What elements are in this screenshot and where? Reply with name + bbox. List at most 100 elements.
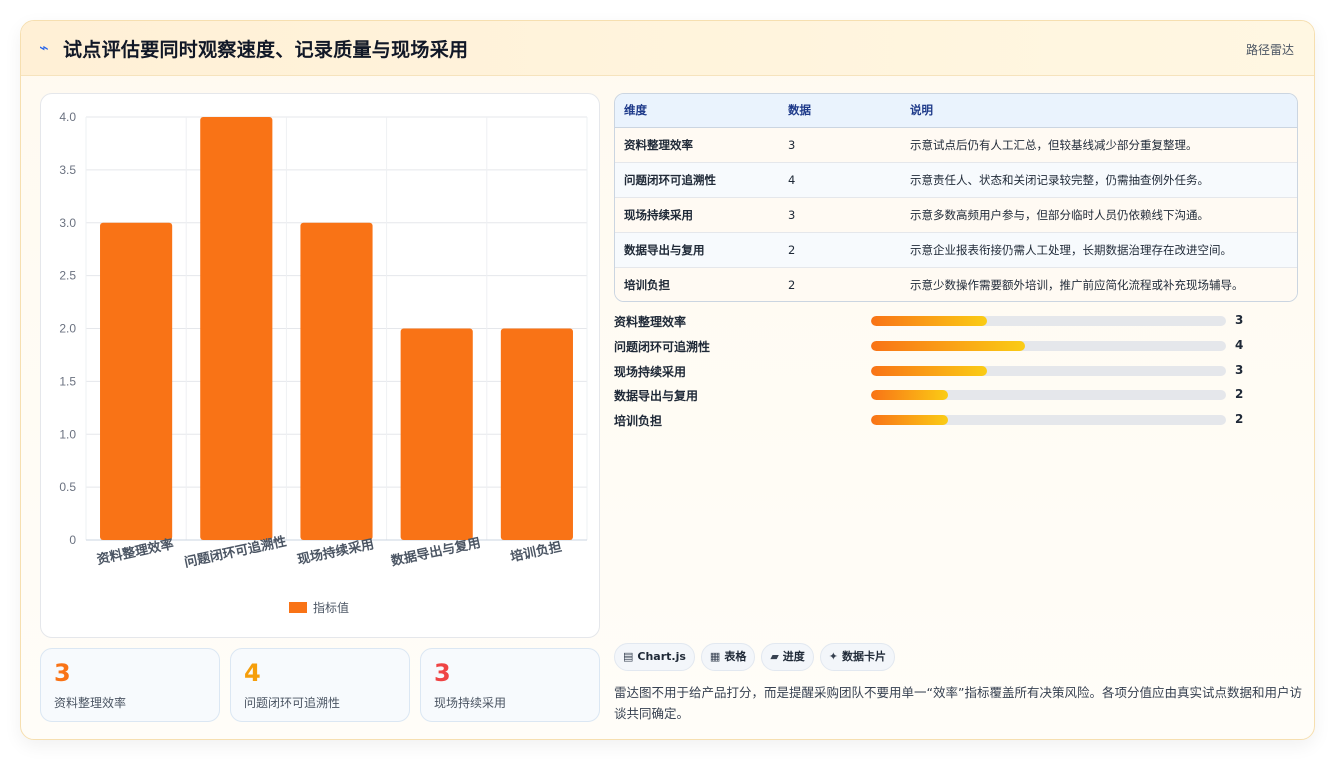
stat-value: 3 — [434, 659, 451, 687]
progress-row: 现场持续采用 3 — [614, 361, 1304, 386]
progress-row: 数据导出与复用 2 — [614, 385, 1304, 410]
progress-fill — [871, 340, 1026, 351]
stat-label: 现场持续采用 — [434, 696, 507, 710]
chip-label: 进度 — [782, 650, 805, 663]
progress-fill — [871, 365, 987, 376]
progress-value: 4 — [1235, 337, 1244, 352]
progress-label: 数据导出与复用 — [614, 389, 699, 404]
table-header-row: 维度 数据 说明 — [615, 94, 1297, 128]
progress-track — [871, 415, 1226, 426]
x-tick-label: 现场持续采用 — [296, 536, 376, 568]
table-row: 培训负担 2 示意少数操作需要额外培训，推广前应简化流程或补充现场辅导。 — [615, 267, 1297, 301]
chip-label: Chart.js — [637, 650, 686, 663]
cell-note: 示意企业报表衔接仍需人工处理，长期数据治理存在改进空间。 — [910, 242, 1232, 257]
main-card: ⌁ 试点评估要同时观察速度、记录质量与现场采用 路径雷达 0 0.5 1.0 1.5 2… — [20, 20, 1315, 740]
progress-row: 资料整理效率 3 — [614, 311, 1304, 336]
progress-fill — [871, 415, 949, 426]
stat-value: 3 — [54, 659, 71, 687]
stat-label: 资料整理效率 — [54, 696, 127, 710]
progress-icon: ▰ — [770, 650, 779, 663]
y-tick-label: 2.5 — [59, 269, 76, 283]
cell-note: 示意少数操作需要额外培训，推广前应简化流程或补充现场辅导。 — [910, 277, 1244, 292]
chip-label: 表格 — [724, 650, 747, 663]
progress-track — [871, 390, 1226, 401]
chip-table[interactable]: ▦ 表格 — [700, 643, 756, 671]
y-tick-label: 1.0 — [59, 427, 76, 441]
y-tick-label: 4.0 — [59, 110, 76, 124]
cell-dimension: 资料整理效率 — [624, 137, 693, 152]
data-table: 维度 数据 说明 资料整理效率 3 示意试点后仍有人工汇总，但较基线减少部分重复… — [614, 93, 1298, 302]
cell-note: 示意试点后仍有人工汇总，但较基线减少部分重复整理。 — [910, 137, 1198, 152]
x-tick-label: 培训负担 — [509, 539, 563, 565]
header-tag: 路径雷达 — [1245, 43, 1294, 57]
chart-bar — [100, 222, 173, 540]
page-title: 试点评估要同时观察速度、记录质量与现场采用 — [63, 39, 469, 61]
progress-label: 培训负担 — [614, 414, 663, 429]
chip-data-cards[interactable]: ✦ 数据卡片 — [819, 643, 896, 671]
cell-dimension: 数据导出与复用 — [624, 242, 705, 257]
legend-swatch — [289, 602, 307, 613]
cell-dimension: 问题闭环可追溯性 — [624, 172, 716, 187]
cell-dimension: 现场持续采用 — [624, 207, 693, 222]
tech-chips: ▤ Chart.js ▦ 表格 ▰ 进度 ✦ 数据卡片 — [614, 643, 901, 671]
stat-value: 4 — [244, 659, 261, 687]
y-tick-label: 0.5 — [59, 480, 76, 494]
progress-track — [871, 316, 1226, 326]
y-tick-label: 1.5 — [59, 374, 76, 388]
y-tick-label: 3.5 — [59, 163, 76, 177]
table-row: 现场持续采用 3 示意多数高频用户参与，但部分临时人员仍依赖线下沟通。 — [615, 197, 1297, 232]
column-header: 维度 — [615, 94, 779, 128]
stat-card: 3 现场持续采用 — [420, 648, 600, 722]
chip-chartjs[interactable]: ▤ Chart.js — [614, 643, 695, 671]
y-tick-label: 3.0 — [59, 216, 76, 230]
progress-label: 资料整理效率 — [614, 315, 687, 329]
column-header: 说明 — [901, 94, 1297, 128]
progress-track — [871, 340, 1226, 351]
cell-value: 2 — [788, 277, 796, 292]
table-icon: ▦ — [709, 650, 721, 663]
column-header: 数据 — [779, 94, 901, 128]
stat-label: 问题闭环可追溯性 — [244, 696, 341, 710]
cell-note: 示意多数高频用户参与，但部分临时人员仍依赖线下沟通。 — [910, 207, 1209, 222]
sparkle-icon: ✦ — [828, 650, 839, 663]
cell-value: 3 — [788, 137, 796, 152]
wave-icon: ⌁ — [39, 38, 49, 57]
cell-value: 2 — [788, 242, 796, 257]
progress-value: 2 — [1235, 412, 1244, 427]
progress-fill — [871, 390, 949, 401]
y-tick-label: 2.0 — [59, 322, 76, 336]
progress-row: 问题闭环可追溯性 4 — [614, 336, 1304, 361]
chart-bar — [300, 222, 373, 540]
cell-value: 3 — [788, 207, 796, 222]
table-row: 问题闭环可追溯性 4 示意责任人、状态和关闭记录较完整，仍需抽查例外任务。 — [615, 162, 1297, 197]
table-row: 数据导出与复用 2 示意企业报表衔接仍需人工处理，长期数据治理存在改进空间。 — [615, 232, 1297, 267]
progress-track — [871, 365, 1226, 376]
progress-fill — [871, 316, 987, 326]
progress-value: 3 — [1235, 362, 1244, 377]
table-row: 资料整理效率 3 示意试点后仍有人工汇总，但较基线减少部分重复整理。 — [615, 127, 1297, 162]
cell-dimension: 培训负担 — [624, 277, 670, 292]
progress-list: 资料整理效率 3 问题闭环可追溯性 4 现场持续采用 3 数据导出与复用 2 培… — [614, 311, 1304, 435]
progress-row: 培训负担 2 — [614, 410, 1304, 435]
cell-value: 4 — [788, 172, 796, 187]
bar-chart-panel: 0 0.5 1.0 1.5 2.0 2.5 3.0 3.5 4.0 资料整理效率 问题闭环可追溯性现… — [40, 93, 600, 638]
bar-chart: 00.51.01.52.02.53.03.54.0资料整理效率 问题闭环可追溯性现… — [59, 110, 588, 615]
x-tick-label: 资料整理效率 — [95, 536, 175, 568]
stat-card: 4 问题闭环可追溯性 — [230, 648, 410, 722]
progress-value: 2 — [1235, 387, 1244, 402]
stat-card: 3 资料整理效率 — [40, 648, 220, 722]
chip-progress[interactable]: ▰ 进度 — [761, 643, 814, 671]
chip-label: 数据卡片 — [842, 650, 887, 663]
legend-label: 指标值 — [313, 600, 349, 615]
chart-bar — [200, 117, 273, 540]
chart-bar — [400, 328, 473, 540]
progress-label: 问题闭环可追溯性 — [614, 339, 711, 354]
footnote: 雷达图不用于给产品打分，而是提醒采购团队不要用单一“效率”指标覆盖所有决策风险。… — [614, 685, 1302, 721]
header: ⌁ 试点评估要同时观察速度、记录质量与现场采用 路径雷达 — [21, 21, 1314, 76]
progress-label: 现场持续采用 — [614, 364, 687, 379]
cell-note: 示意责任人、状态和关闭记录较完整，仍需抽查例外任务。 — [910, 172, 1209, 187]
chart-bar — [500, 328, 573, 540]
progress-value: 3 — [1235, 313, 1244, 327]
y-tick-label: 0 — [69, 533, 76, 547]
chart-icon: ▤ — [623, 650, 634, 663]
